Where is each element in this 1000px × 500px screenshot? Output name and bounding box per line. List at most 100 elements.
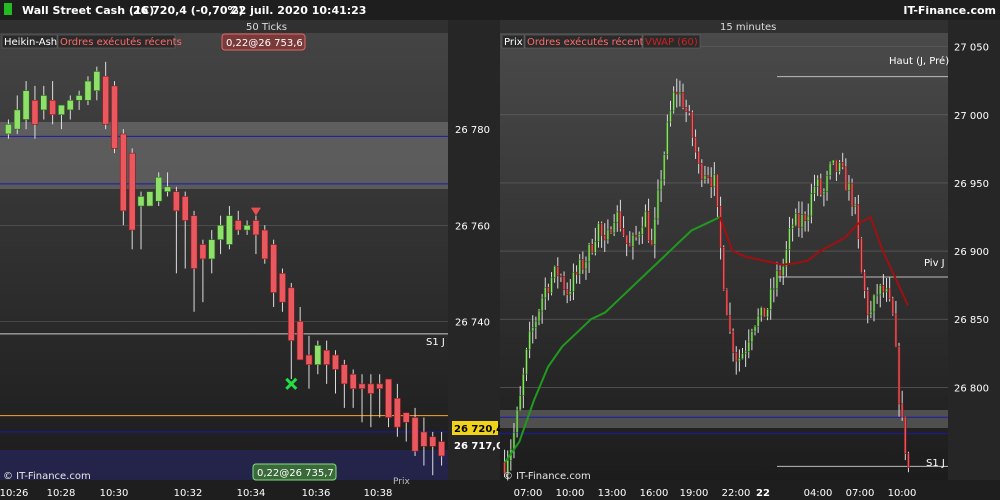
right-candle-bull (838, 162, 841, 172)
right-candle-bull (662, 154, 666, 181)
left-candle-bull (13, 109, 21, 130)
right-candle-bear (735, 352, 738, 362)
right-candle-bear (904, 416, 907, 455)
right-y-tick-label: 26 800 (954, 383, 989, 394)
left-candle-bear (305, 354, 313, 365)
right-candle-bull (515, 409, 519, 433)
left-candle-bear (429, 436, 437, 447)
left-x-tick-label: 10:26 (0, 488, 28, 499)
right-candle-bear (706, 175, 710, 179)
right-candle-bear (562, 276, 566, 290)
left-candle-bear (340, 364, 348, 385)
left-x-tick-label: 10:30 (100, 488, 129, 499)
right-candle-bull (794, 213, 797, 226)
left-candle-bear (287, 287, 295, 341)
right-candle-bull (525, 349, 528, 375)
right-candle-bear (622, 228, 625, 236)
right-candle-bull (875, 294, 879, 297)
right-chart[interactable]: 15 minutes 27 050 27 000 26 950 26 900 26 85… (500, 20, 1000, 500)
right-candle-bull (832, 159, 835, 164)
right-candle-bull (631, 234, 635, 247)
right-candle-bear (891, 298, 895, 315)
right-candle-bull (810, 193, 813, 217)
left-candle-bear (402, 412, 410, 423)
right-candle-bear (634, 234, 638, 238)
right-candle-bull (847, 182, 851, 191)
right-x-tick-label: 22 (756, 488, 770, 499)
left-candle-bear (411, 417, 419, 452)
right-candle-bear (547, 287, 550, 294)
right-y-tick-label: 26 950 (954, 179, 989, 190)
right-candle-bear (722, 246, 725, 290)
instrument-quote: 26 720,4 (-0,70%) (133, 4, 244, 17)
right-candle-bear (882, 284, 885, 293)
right-candle-bear (603, 234, 606, 241)
left-chart[interactable]: 50 Ticks 26 780 26 760 26 740 10:26 10:28 10… (0, 20, 503, 500)
right-candle-bear (803, 214, 807, 221)
right-tab-vwap-label: VWAP (60) (645, 37, 698, 48)
right-candle-bull (644, 210, 647, 228)
right-candle-bull (813, 186, 816, 194)
right-candle-bull (544, 287, 547, 299)
left-price-badge-text: 26 720,4 (454, 424, 503, 435)
right-candle-bear (866, 290, 869, 316)
right-candle-bull (528, 330, 531, 350)
left-candle-bear (181, 196, 189, 221)
right-tab-prix-label: Prix (504, 37, 523, 48)
left-y-tick-label: 26 760 (455, 221, 490, 232)
right-candle-bull (816, 178, 819, 187)
right-candle-bull (828, 162, 832, 176)
right-candle-bull (597, 223, 600, 242)
left-level-label-s1j: S1 J (426, 337, 445, 348)
right-candle-bull (781, 266, 785, 276)
right-candle-bear (556, 266, 560, 277)
right-candle-bear (763, 307, 766, 318)
right-candle-bull (791, 224, 794, 229)
right-candle-bull (750, 331, 754, 343)
right-candle-bear (907, 453, 910, 469)
right-x-tick-label: 07:00 (846, 488, 875, 499)
right-candle-bull (825, 175, 829, 192)
right-candle-bear (716, 174, 719, 207)
right-candle-bear (575, 271, 578, 275)
left-candle-bull (66, 99, 74, 111)
status-icon (4, 3, 12, 15)
right-candle-bull (775, 270, 779, 290)
left-candle-bull (164, 186, 171, 192)
right-candle-bull (760, 307, 763, 317)
right-candle-bull (550, 277, 553, 294)
right-candle-bull (537, 310, 541, 322)
left-candle-bear (358, 383, 366, 389)
right-candle-bear (894, 313, 898, 347)
left-candle-bear (420, 431, 428, 447)
charts-canvas[interactable]: 50 Ticks 26 780 26 760 26 740 10:26 10:28 10… (0, 20, 1000, 500)
right-candle-bull (612, 222, 616, 234)
left-candle-bear (102, 75, 110, 125)
right-x-tick-label: 04:00 (804, 488, 833, 499)
left-timeframe: 50 Ticks (246, 22, 287, 33)
right-candle-bull (659, 179, 663, 191)
right-y-tick-label: 27 050 (954, 43, 989, 54)
right-candle-bull (578, 259, 581, 275)
left-candle-bull (40, 95, 48, 111)
right-candle-bear (731, 330, 735, 353)
left-candle-bear (393, 397, 401, 428)
right-candle-bull (807, 215, 810, 221)
right-candle-bull (853, 204, 857, 207)
right-candle-bear (850, 182, 854, 207)
left-candle-bear (172, 191, 180, 212)
left-candle-bull (217, 224, 224, 240)
left-candle-bull (208, 239, 216, 260)
right-candle-bear (863, 272, 866, 291)
right-candle-bear (819, 178, 823, 195)
left-candle-bear (376, 383, 384, 389)
left-candle-bear (261, 229, 269, 260)
right-candle-bear (900, 403, 904, 418)
right-candle-bear (797, 213, 801, 228)
left-candle-bull (314, 345, 322, 365)
left-candle-bull (75, 95, 83, 101)
right-candle-bull (518, 395, 522, 411)
left-candle-bear (332, 354, 339, 370)
right-candle-bear (647, 210, 650, 242)
right-candle-bull (879, 284, 882, 296)
